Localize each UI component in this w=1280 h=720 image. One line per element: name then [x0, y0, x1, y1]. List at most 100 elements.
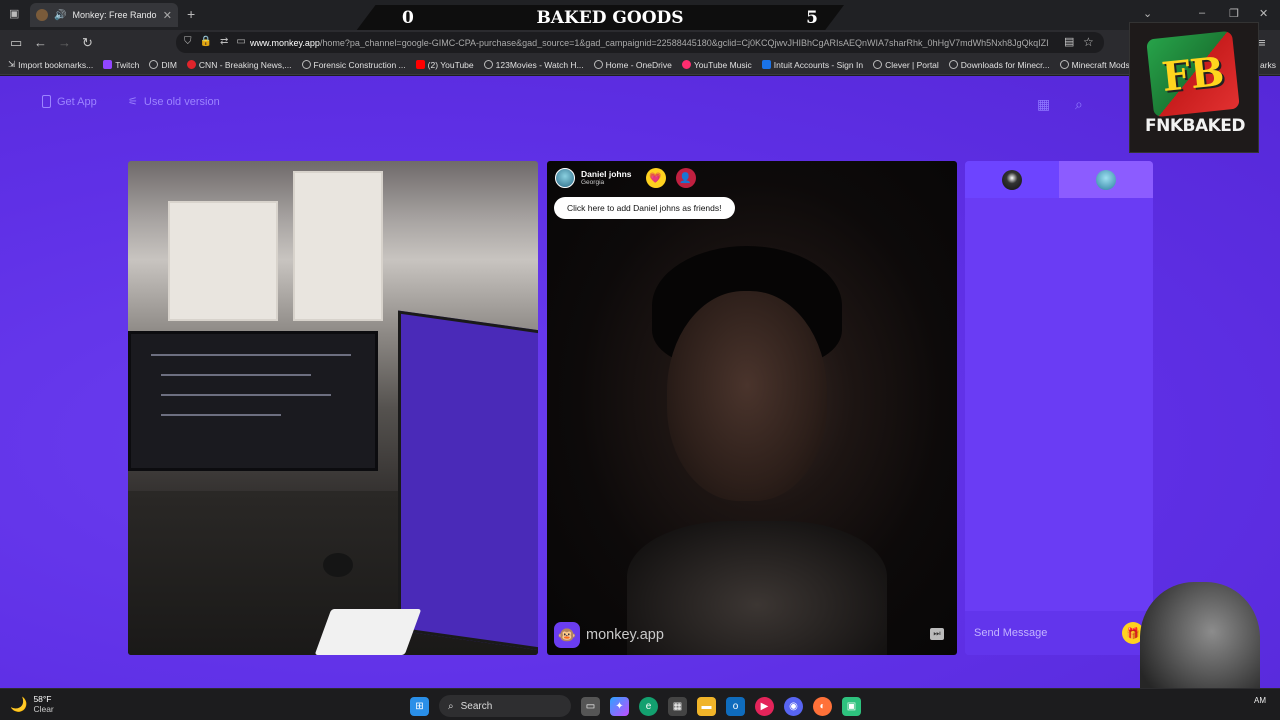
site-info-icons[interactable]: ⛉🔒⇄▭	[184, 36, 254, 47]
bookmark-twitch[interactable]: Twitch	[103, 60, 139, 70]
copilot-icon[interactable]: ✦	[610, 696, 629, 716]
weather-widget[interactable]: 🌙 58°F Clear	[10, 694, 54, 714]
window-shutters	[168, 201, 278, 321]
task-view-icon[interactable]: ▭	[581, 696, 600, 716]
keyboard	[314, 609, 422, 655]
forward-button[interactable]: →	[58, 35, 71, 50]
use-old-version-label: Use old version	[143, 95, 220, 108]
character-badge-icon[interactable]: 👤	[675, 168, 696, 188]
bookmarks-bar: ⇲ Import bookmarks... Twitch DIM CNN - Br…	[0, 55, 1280, 75]
new-tab-button[interactable]: +	[187, 6, 195, 22]
outlook-icon[interactable]: o	[726, 696, 745, 716]
address-bar[interactable]: www.monkey.app /home?pa_channel=google-G…	[176, 32, 1104, 53]
search-icon[interactable]: ⌕	[1075, 96, 1083, 113]
streamer-logo-overlay: FB FNKBAKED	[1129, 22, 1259, 153]
bookmark-clever[interactable]: Clever | Portal	[873, 60, 939, 70]
taskbar-search[interactable]: ⌕ Search	[439, 695, 571, 717]
bookmark-123movies[interactable]: 123Movies - Watch H...	[483, 60, 584, 70]
tab-title: Monkey: Free Random Vide	[72, 10, 157, 20]
bookmark-cnn[interactable]: CNN - Breaking News,...	[186, 60, 292, 70]
taskbar-search-label: Search	[460, 700, 493, 712]
sidebar-toggle-icon[interactable]: ▭	[10, 35, 22, 51]
get-app-button[interactable]: Get App	[42, 95, 97, 108]
monkey-face-icon: 🐵	[554, 622, 580, 648]
twitch-icon	[103, 60, 113, 69]
media-player-icon[interactable]: ▶	[755, 696, 774, 716]
monkey-favicon-icon	[36, 9, 48, 21]
chat-participants	[965, 161, 1153, 198]
chat-input-area: 🎁	[965, 611, 1153, 655]
globe-icon	[873, 60, 883, 69]
tab-overview-icon[interactable]: ▣	[9, 7, 19, 20]
monitor-left	[128, 331, 378, 471]
bookmark-forensic[interactable]: Forensic Construction ...	[301, 60, 406, 70]
back-button[interactable]: ←	[34, 35, 47, 50]
scoreboard-title: BAKED GOODS	[536, 8, 684, 28]
window-shutters	[293, 171, 383, 321]
caller-info[interactable]: Daniel johns Georgia 💗 👤	[555, 168, 696, 188]
cnn-icon	[186, 60, 196, 69]
url-path: /home?pa_channel=google-GIMC-CPA-purchas…	[319, 37, 1049, 48]
right-score: 5	[806, 8, 818, 28]
bookmark-onedrive[interactable]: Home - OneDrive	[593, 60, 672, 70]
chat-panel: 🎁	[965, 161, 1153, 655]
send-message-input[interactable]	[974, 627, 1122, 639]
discord-icon[interactable]: ◉	[784, 696, 803, 716]
bookmark-minecraft-downloads[interactable]: Downloads for Minecr...	[948, 60, 1050, 70]
bookmark-youtube[interactable]: (2) YouTube	[415, 60, 474, 70]
partner-avatar	[1096, 169, 1116, 190]
phone-icon	[42, 95, 51, 108]
mouse	[323, 553, 353, 577]
edge-icon[interactable]: e	[639, 696, 658, 716]
fb-logo-mark: FB	[1146, 30, 1240, 118]
self-avatar	[1002, 169, 1022, 190]
globe-icon	[301, 60, 311, 69]
caller-name: Daniel johns	[581, 169, 632, 179]
fb-logo-text: FNKBAKED	[1144, 116, 1246, 136]
caller-shirt	[627, 521, 887, 655]
youtube-music-icon	[681, 60, 691, 69]
reader-view-icon[interactable]: ▤	[1064, 35, 1074, 48]
globe-icon	[1059, 60, 1069, 69]
caller-face	[667, 291, 827, 501]
partner-avatar-tab[interactable]	[1059, 161, 1153, 198]
minimize-button[interactable]: –	[1199, 7, 1205, 19]
speaker-icon[interactable]: 🔊	[54, 10, 66, 21]
browser-tab-monkey[interactable]: 🔊 Monkey: Free Random Vide ✕	[30, 3, 178, 27]
monkey-logo: 🐵 monkey.app	[554, 622, 664, 648]
skip-icon[interactable]: ⏭	[930, 628, 944, 640]
use-old-version-button[interactable]: ⚟ Use old version	[128, 95, 220, 109]
firefox-icon[interactable]: ◐	[813, 696, 832, 716]
bookmark-intuit[interactable]: Intuit Accounts - Sign In	[761, 60, 863, 70]
reload-button[interactable]: ↻	[82, 35, 93, 51]
self-avatar-tab[interactable]	[965, 161, 1059, 198]
add-friend-button[interactable]: Click here to add Daniel johns as friend…	[554, 197, 735, 219]
caller-avatar[interactable]	[555, 168, 575, 188]
import-icon: ⇲	[8, 59, 16, 69]
close-window-button[interactable]: ✕	[1259, 7, 1268, 20]
heart-emoji-icon[interactable]: 💗	[645, 168, 666, 188]
android-app-icon[interactable]: ▣	[842, 696, 861, 716]
globe-icon	[149, 60, 159, 69]
bookmark-youtube-music[interactable]: YouTube Music	[681, 60, 752, 70]
clock-ampm: AM	[1254, 696, 1266, 705]
youtube-icon	[415, 60, 425, 69]
restore-button[interactable]: ❐	[1229, 7, 1239, 20]
taskbar-apps: ⊞ ⌕ Search ▭ ✦ e ▦ ▬ o ▶ ◉ ◐ ▣	[410, 695, 861, 717]
tab-list-chevron-icon[interactable]: ⌄	[1143, 7, 1152, 20]
windows-taskbar: 🌙 58°F Clear ⊞ ⌕ Search ▭ ✦ e ▦ ▬ o ▶ ◉ …	[0, 688, 1280, 720]
shop-icon[interactable]: ▦	[1037, 96, 1050, 113]
browser-toolbar: ▭ ← → ↻ www.monkey.app /home?pa_channel=…	[0, 30, 1280, 55]
menu-icon[interactable]: ≡	[1258, 35, 1266, 50]
close-tab-icon[interactable]: ✕	[163, 9, 172, 22]
bookmark-dim[interactable]: DIM	[149, 60, 177, 70]
bookmark-star-icon[interactable]: ☆	[1083, 35, 1094, 49]
windows-start-icon[interactable]: ⊞	[410, 696, 429, 716]
bookmarks-overflow[interactable]: arks	[1260, 60, 1276, 70]
intuit-icon	[761, 60, 771, 69]
bookmark-import[interactable]: ⇲ Import bookmarks...	[8, 59, 93, 70]
monkey-app-page: Get App ⚟ Use old version ▦ ⌕ Daniel joh…	[0, 76, 1280, 688]
self-camera-feed	[128, 161, 538, 655]
store-icon[interactable]: ▦	[668, 696, 687, 716]
file-explorer-icon[interactable]: ▬	[697, 696, 716, 716]
